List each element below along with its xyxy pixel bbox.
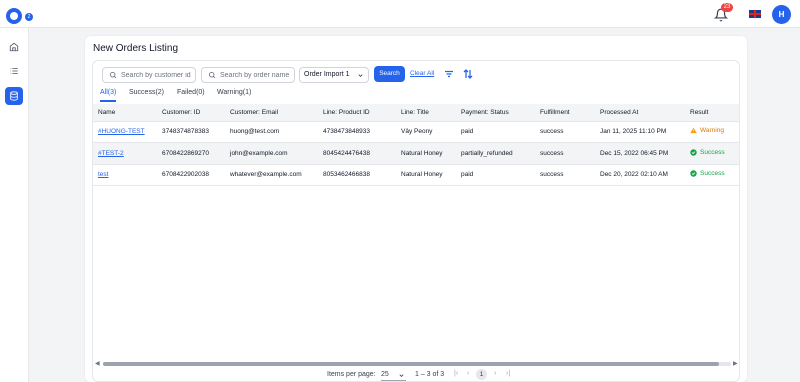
page-size-value: 25: [381, 371, 389, 378]
column-header[interactable]: Customer: ID: [157, 104, 225, 122]
scroll-left-icon[interactable]: ◀: [95, 360, 100, 367]
horizontal-scrollbar[interactable]: ◀ ▶: [93, 360, 739, 367]
last-page-icon[interactable]: ›|: [506, 370, 510, 377]
column-header[interactable]: Line: Title: [396, 104, 456, 122]
scroll-right-icon[interactable]: ▶: [733, 360, 738, 367]
check-circle-icon: [690, 149, 697, 156]
database-icon: [10, 91, 18, 101]
page-title: New Orders Listing: [93, 43, 179, 54]
title-cell: Natural Honey: [396, 164, 456, 186]
tab-success[interactable]: Success(2): [129, 88, 164, 102]
title-cell: Vây Peony: [396, 121, 456, 143]
result-badge: Success: [690, 170, 725, 177]
order-link[interactable]: #TEST-2: [98, 150, 124, 157]
sidebar: [0, 28, 29, 382]
payment-cell: paid: [456, 121, 535, 143]
customer-search-field[interactable]: [102, 67, 196, 83]
payment-cell: paid: [456, 164, 535, 186]
customer-id-cell: 3748374878383: [157, 121, 225, 143]
chevron-down-icon: [399, 374, 404, 377]
table-row: test 6708422902038 whatever@example.com …: [93, 164, 739, 186]
order-link[interactable]: test: [98, 171, 108, 178]
top-bar: 2 23 H: [0, 0, 800, 28]
home-icon: [9, 42, 19, 52]
customer-search-input[interactable]: [121, 69, 193, 81]
app-logo[interactable]: [6, 8, 22, 24]
column-header[interactable]: Line: Product ID: [318, 104, 396, 122]
tab-failed[interactable]: Failed(0): [177, 88, 205, 102]
current-page[interactable]: 1: [476, 369, 487, 380]
column-header[interactable]: Processed At: [595, 104, 685, 122]
sidebar-item-home[interactable]: [5, 38, 23, 56]
column-header[interactable]: Payment: Status: [456, 104, 535, 122]
import-select-value: Order Import 1: [304, 71, 350, 78]
next-page-icon[interactable]: ›: [494, 370, 496, 377]
prev-page-icon[interactable]: ‹: [467, 370, 469, 377]
email-cell: whatever@example.com: [225, 164, 318, 186]
page-size-select[interactable]: 25: [381, 369, 406, 381]
import-select[interactable]: Order Import 1: [299, 67, 369, 83]
result-label: Warning: [700, 127, 724, 135]
customer-id-cell: 6708422869270: [157, 142, 225, 165]
orders-table: Name Customer: ID Customer: Email Line: …: [93, 104, 739, 359]
page-range: 1 – 3 of 3: [415, 371, 445, 378]
column-header[interactable]: Customer: Email: [225, 104, 318, 122]
filter-icon[interactable]: [443, 68, 455, 80]
items-per-page-label: Items per page:: [327, 371, 376, 378]
check-circle-icon: [690, 170, 697, 177]
email-cell: huong@test.com: [225, 121, 318, 143]
result-label: Success: [700, 148, 725, 156]
processed-cell: Jan 11, 2025 11:10 PM: [595, 121, 685, 143]
orders-panel: Order Import 1 Search Clear All All(3) S…: [92, 60, 740, 382]
warning-icon: [690, 127, 697, 134]
table-row: #TEST-2 6708422869270 john@example.com 8…: [93, 142, 739, 165]
fulfillment-cell: success: [535, 121, 595, 143]
notification-badge: 23: [721, 3, 733, 12]
sidebar-item-list[interactable]: [5, 62, 23, 80]
logo-badge: 2: [25, 13, 33, 21]
uk-flag-icon[interactable]: [749, 10, 761, 18]
sidebar-item-database[interactable]: [5, 87, 23, 105]
result-badge: Success: [690, 149, 725, 156]
product-id-cell: 8045424476438: [318, 142, 396, 165]
status-tabs: All(3) Success(2) Failed(0) Warning(1): [93, 88, 739, 103]
fulfillment-cell: success: [535, 164, 595, 186]
scroll-thumb[interactable]: [103, 362, 719, 366]
product-id-cell: 4738473848933: [318, 121, 396, 143]
processed-cell: Dec 20, 2022 02:10 AM: [595, 164, 685, 186]
order-search-input[interactable]: [220, 69, 292, 81]
avatar[interactable]: H: [772, 5, 791, 24]
column-header[interactable]: Result: [685, 104, 739, 122]
clear-all-link[interactable]: Clear All: [410, 70, 434, 77]
product-id-cell: 8053462466838: [318, 164, 396, 186]
table-header-row: Name Customer: ID Customer: Email Line: …: [93, 104, 739, 122]
result-badge: Warning: [690, 127, 724, 134]
pagination: Items per page: 25 1 – 3 of 3 |‹ ‹ 1 › ›…: [93, 368, 739, 381]
column-header[interactable]: Fulfillment: [535, 104, 595, 122]
sort-icon[interactable]: [462, 68, 474, 80]
email-cell: john@example.com: [225, 142, 318, 165]
orders-card: New Orders Listing Order Import 1 Search…: [85, 36, 747, 382]
column-header[interactable]: Name: [93, 104, 157, 122]
title-cell: Natural Honey: [396, 142, 456, 165]
tab-all[interactable]: All(3): [100, 88, 117, 102]
list-icon: [10, 68, 18, 74]
payment-cell: partially_refunded: [456, 142, 535, 165]
search-icon: [208, 71, 216, 79]
customer-id-cell: 6708422902038: [157, 164, 225, 186]
result-label: Success: [700, 170, 725, 178]
chevron-down-icon: [358, 74, 363, 77]
fulfillment-cell: success: [535, 142, 595, 165]
search-button[interactable]: Search: [374, 66, 405, 82]
order-link[interactable]: #HUONG-TEST: [98, 128, 145, 135]
first-page-icon[interactable]: |‹: [454, 370, 458, 377]
table-row: #HUONG-TEST 3748374878383 huong@test.com…: [93, 121, 739, 143]
search-icon: [109, 71, 117, 79]
processed-cell: Dec 15, 2022 06:45 PM: [595, 142, 685, 165]
order-search-field[interactable]: [201, 67, 295, 83]
tab-warning[interactable]: Warning(1): [217, 88, 251, 102]
